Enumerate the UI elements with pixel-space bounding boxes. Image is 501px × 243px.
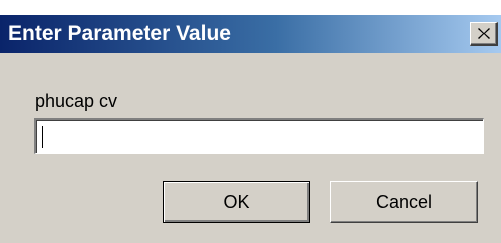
parameter-value-input[interactable]: [34, 118, 484, 154]
parameter-dialog: Enter Parameter Value phucap cv OK Cance…: [0, 14, 501, 243]
ok-button[interactable]: OK: [163, 181, 310, 223]
dialog-title: Enter Parameter Value: [8, 22, 231, 45]
close-button[interactable]: [470, 22, 498, 46]
cancel-button[interactable]: Cancel: [330, 181, 478, 223]
parameter-prompt-label: phucap cv: [35, 91, 118, 111]
text-caret: [42, 126, 43, 148]
title-bar[interactable]: Enter Parameter Value: [0, 15, 501, 53]
close-icon: [478, 28, 490, 39]
